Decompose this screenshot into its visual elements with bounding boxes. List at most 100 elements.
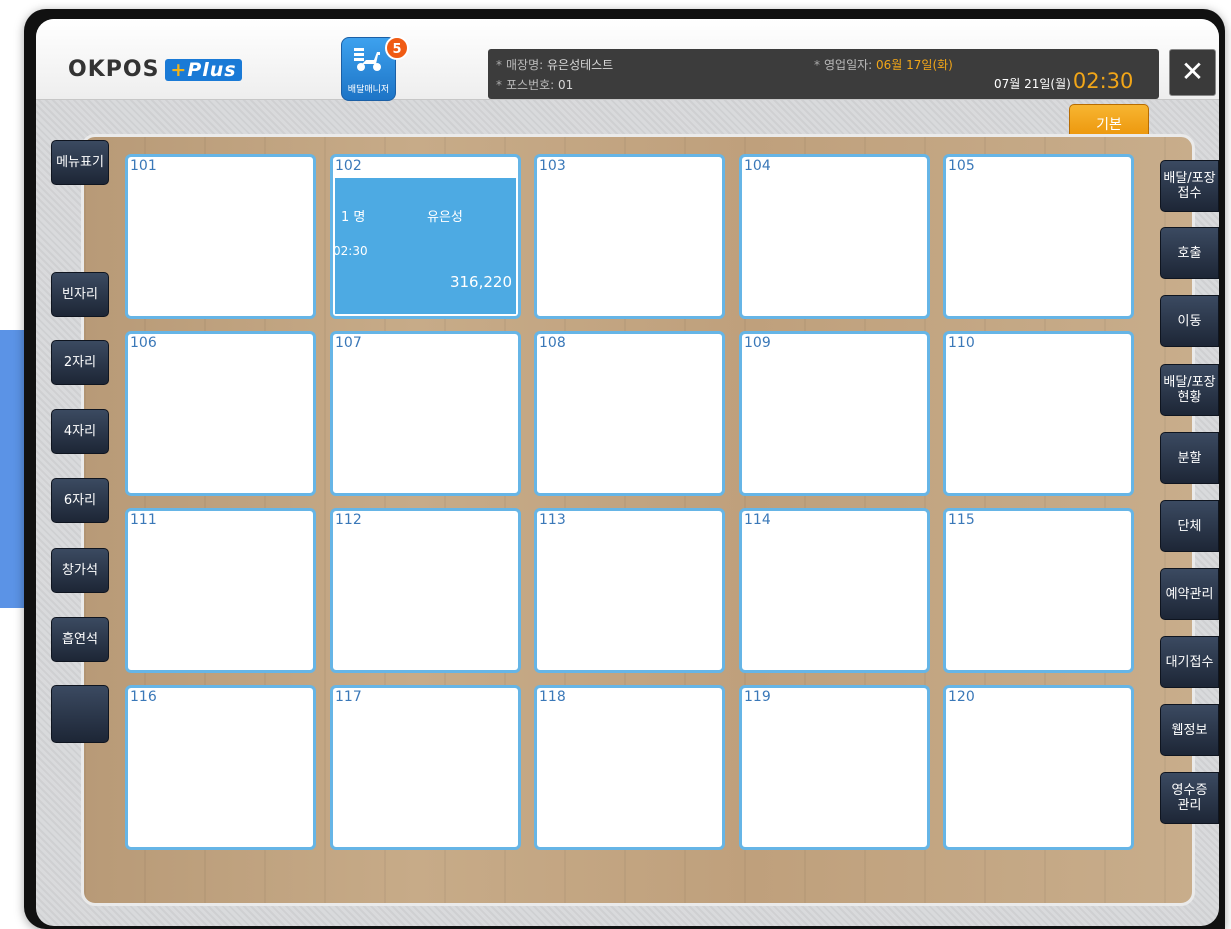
right-button-label: 대기접수	[1166, 655, 1214, 670]
table-number: 117	[335, 689, 362, 705]
scooter-icon	[354, 48, 381, 71]
left-button-two-seat[interactable]: 2자리	[51, 340, 109, 385]
left-button-blank[interactable]	[51, 685, 109, 743]
table-order-panel: 1 명 유은성 02:30 316,220	[333, 178, 516, 314]
right-button-waiting[interactable]: 대기접수	[1160, 636, 1219, 688]
table-113[interactable]: 113	[534, 508, 725, 673]
table-108[interactable]: 108	[534, 331, 725, 496]
table-105[interactable]: 105	[943, 154, 1134, 319]
table-109[interactable]: 109	[739, 331, 930, 496]
right-button-line1: 배달/포장	[1163, 171, 1216, 186]
right-button-label: 이동	[1178, 314, 1202, 329]
business-date-label: 영업일자	[824, 58, 869, 72]
store-label: 매장명	[506, 58, 540, 72]
right-button-line2: 접수	[1177, 186, 1202, 201]
table-number: 103	[539, 158, 566, 174]
logo-plus-text: Plus	[187, 58, 237, 81]
delivery-manager-label: 배달매니저	[347, 85, 390, 95]
current-date: 07월 21일(월)	[994, 77, 1071, 91]
order-amount: 316,220	[449, 273, 512, 291]
right-button-line1: 대기접수	[1165, 654, 1214, 670]
table-118[interactable]: 118	[534, 685, 725, 850]
top-bar: OKPOS +Plus 배달매니저 5 * 매장명: 유은성테스트 * 포스번호…	[36, 19, 1219, 101]
left-button-four-seat[interactable]: 4자리	[51, 409, 109, 454]
table-number: 114	[744, 512, 771, 528]
close-button[interactable]: ✕	[1169, 49, 1216, 96]
table-number: 104	[744, 158, 771, 174]
right-button-move[interactable]: 이동	[1160, 295, 1219, 347]
right-button-line1: 분할	[1177, 450, 1202, 466]
right-button-web-info[interactable]: 웹정보	[1160, 704, 1219, 756]
table-120[interactable]: 120	[943, 685, 1134, 850]
business-date: 06월 17일(화)	[876, 58, 953, 72]
right-button-receipt[interactable]: 영수증 관리	[1160, 772, 1219, 824]
table-number: 113	[539, 512, 566, 528]
table-104[interactable]: 104	[739, 154, 930, 319]
current-datetime: 07월 21일(월)02:30	[994, 69, 1133, 93]
table-number: 112	[335, 512, 362, 528]
table-114[interactable]: 114	[739, 508, 930, 673]
order-time: 02:30	[333, 244, 368, 258]
pos-info: * 포스번호: 01	[496, 78, 574, 92]
table-116[interactable]: 116	[125, 685, 316, 850]
right-button-label: 배달/포장 접수	[1163, 171, 1215, 201]
store-info: * 매장명: 유은성테스트	[496, 58, 614, 72]
customer-name: 유은성	[427, 210, 463, 225]
right-button-label: 단체	[1178, 519, 1202, 534]
table-number: 106	[130, 335, 157, 351]
right-button-line2: 현황	[1177, 390, 1202, 405]
table-number: 110	[948, 335, 975, 351]
table-number: 111	[130, 512, 157, 528]
business-date-info: * 영업일자: 06월 17일(화)	[814, 58, 953, 72]
right-button-call[interactable]: 호출	[1160, 227, 1219, 279]
table-117[interactable]: 117	[330, 685, 521, 850]
logo-plus-badge: +Plus	[165, 58, 242, 81]
table-number: 105	[948, 158, 975, 174]
table-103[interactable]: 103	[534, 154, 725, 319]
left-button-empty-seat[interactable]: 빈자리	[51, 272, 109, 317]
current-time: 02:30	[1072, 69, 1134, 93]
left-button-menu-display[interactable]: 메뉴표기	[51, 140, 109, 185]
right-button-reservation[interactable]: 예약관리	[1160, 568, 1219, 620]
right-button-group[interactable]: 단체	[1160, 500, 1219, 552]
left-button-window-seat[interactable]: 창가석	[51, 548, 109, 593]
table-106[interactable]: 106	[125, 331, 316, 496]
right-button-line1: 영수증	[1171, 783, 1208, 798]
right-button-delivery-takeout-receive[interactable]: 배달/포장 접수	[1160, 160, 1219, 212]
right-button-line1: 웹정보	[1171, 722, 1208, 738]
right-button-label: 배달/포장 현황	[1163, 375, 1215, 405]
table-112[interactable]: 112	[330, 508, 521, 673]
pos-label: 포스번호	[506, 78, 551, 92]
guest-count: 1 명	[341, 210, 366, 225]
right-button-label: 호출	[1178, 246, 1202, 261]
left-button-smoking-seat[interactable]: 흡연석	[51, 617, 109, 662]
right-button-line2: 관리	[1177, 798, 1202, 813]
table-119[interactable]: 119	[739, 685, 930, 850]
table-number: 118	[539, 689, 566, 705]
logo-text: OKPOS	[68, 57, 160, 82]
right-button-label: 예약관리	[1166, 587, 1214, 602]
table-115[interactable]: 115	[943, 508, 1134, 673]
table-107[interactable]: 107	[330, 331, 521, 496]
table-number: 108	[539, 335, 566, 351]
right-button-line1: 배달/포장	[1163, 375, 1216, 390]
table-number: 102	[335, 158, 362, 174]
table-number: 119	[744, 689, 771, 705]
right-button-label: 웹정보	[1172, 723, 1208, 738]
table-number: 107	[335, 335, 362, 351]
pos-number: 01	[558, 78, 574, 92]
table-102[interactable]: 102 1 명 유은성 02:30 316,220	[330, 154, 521, 319]
table-111[interactable]: 111	[125, 508, 316, 673]
table-110[interactable]: 110	[943, 331, 1134, 496]
right-button-split[interactable]: 분할	[1160, 432, 1219, 484]
store-name: 유은성테스트	[546, 58, 614, 72]
pos-device-frame: OKPOS +Plus 배달매니저 5 * 매장명: 유은성테스트 * 포스번호…	[24, 9, 1225, 929]
table-number: 116	[130, 689, 157, 705]
right-button-delivery-takeout-status[interactable]: 배달/포장 현황	[1160, 364, 1219, 416]
okpos-logo: OKPOS +Plus	[68, 57, 242, 82]
table-101[interactable]: 101	[125, 154, 316, 319]
pos-screen: OKPOS +Plus 배달매니저 5 * 매장명: 유은성테스트 * 포스번호…	[36, 19, 1219, 926]
right-button-line1: 이동	[1177, 313, 1202, 329]
left-button-six-seat[interactable]: 6자리	[51, 478, 109, 523]
right-button-label: 분할	[1178, 451, 1202, 466]
